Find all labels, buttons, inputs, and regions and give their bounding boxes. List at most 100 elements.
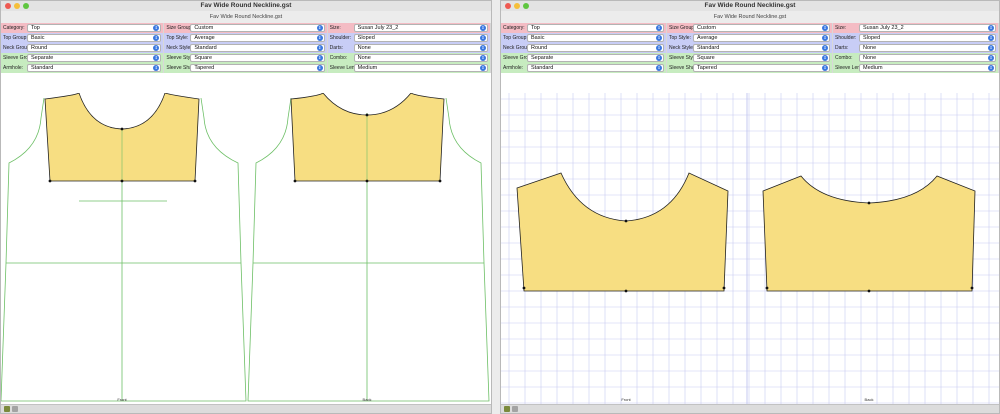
pattern-canvas[interactable]: Front Back	[1, 93, 491, 406]
option-select[interactable]: Standard ⇕	[693, 44, 830, 52]
chevron-updown-icon[interactable]: ⇕	[656, 65, 662, 71]
option-select[interactable]: Medium ⇕	[859, 64, 996, 72]
back-corner-left[interactable]	[765, 286, 769, 290]
front-corner-right[interactable]	[722, 286, 726, 290]
option-select[interactable]: None ⇕	[353, 54, 488, 62]
option-select[interactable]: Separate ⇕	[27, 54, 162, 62]
chevron-updown-icon[interactable]: ⇕	[153, 25, 160, 31]
back-side-point-right[interactable]	[438, 179, 442, 183]
option-select[interactable]: Susan July 23_2 ⇕	[859, 24, 996, 32]
front-center-point[interactable]	[120, 179, 124, 183]
options-row: Armhole:Standard⇕Sleeve Shape:Tapered⇕Sl…	[501, 63, 999, 73]
option-select[interactable]: Separate ⇕	[527, 54, 664, 62]
chevron-updown-icon[interactable]: ⇕	[479, 25, 486, 31]
option-select[interactable]: Average ⇕	[693, 34, 830, 42]
close-window-icon[interactable]	[5, 3, 11, 9]
pattern-drawing[interactable]: Front Back	[1, 93, 491, 406]
option-select[interactable]: Susan July 23_2 ⇕	[353, 24, 488, 32]
option-select[interactable]: Top ⇕	[527, 24, 664, 32]
chevron-updown-icon[interactable]: ⇕	[822, 55, 828, 61]
front-corner-left[interactable]	[522, 286, 526, 290]
chevron-updown-icon[interactable]: ⇕	[822, 35, 828, 41]
chevron-updown-icon[interactable]: ⇕	[316, 35, 323, 41]
option-select[interactable]: Sloped ⇕	[859, 34, 996, 42]
option-select[interactable]: Medium ⇕	[353, 64, 488, 72]
back-yoke-flat[interactable]	[762, 175, 976, 292]
chevron-updown-icon[interactable]: ⇕	[479, 35, 486, 41]
chevron-updown-icon[interactable]: ⇕	[656, 45, 662, 51]
chevron-updown-icon[interactable]: ⇕	[153, 45, 160, 51]
back-corner-right[interactable]	[970, 286, 974, 290]
back-center-point[interactable]	[365, 179, 369, 183]
chevron-updown-icon[interactable]: ⇕	[656, 25, 662, 31]
chevron-updown-icon[interactable]: ⇕	[656, 55, 662, 61]
chevron-updown-icon[interactable]: ⇕	[316, 65, 323, 71]
close-window-icon[interactable]	[505, 3, 511, 9]
chevron-updown-icon[interactable]: ⇕	[822, 45, 828, 51]
chevron-updown-icon[interactable]: ⇕	[316, 45, 323, 51]
option-cell: Neck Style: Standard ⇕	[164, 43, 328, 53]
back-neck-point[interactable]	[867, 201, 871, 205]
option-select[interactable]: Tapered ⇕	[693, 64, 830, 72]
chevron-updown-icon[interactable]: ⇕	[479, 55, 486, 61]
chevron-updown-icon[interactable]: ⇕	[988, 25, 994, 31]
front-side-point-left[interactable]	[48, 179, 52, 183]
chevron-updown-icon[interactable]: ⇕	[153, 65, 160, 71]
option-select[interactable]: Standard ⇕	[527, 64, 664, 72]
minimize-window-icon[interactable]	[514, 3, 520, 9]
option-select[interactable]: Basic ⇕	[27, 34, 162, 42]
option-select[interactable]: Round ⇕	[527, 44, 664, 52]
option-select[interactable]: Top ⇕	[27, 24, 162, 32]
option-select[interactable]: Standard ⇕	[27, 64, 162, 72]
front-neck-point[interactable]	[624, 219, 628, 223]
settings-icon[interactable]	[512, 406, 518, 412]
chevron-updown-icon[interactable]: ⇕	[656, 35, 662, 41]
option-value: Average	[194, 35, 215, 41]
back-hem-center[interactable]	[867, 289, 871, 293]
option-select[interactable]: None ⇕	[859, 54, 996, 62]
option-select[interactable]: Standard ⇕	[190, 44, 325, 52]
option-value: None	[357, 55, 371, 61]
option-cell: Shoulder: Sloped ⇕	[328, 33, 491, 43]
chevron-updown-icon[interactable]: ⇕	[988, 45, 994, 51]
settings-icon[interactable]	[12, 406, 18, 412]
option-cell: Armhole: Standard ⇕	[501, 63, 667, 73]
front-hem-center[interactable]	[624, 289, 628, 293]
front-yoke-flat[interactable]	[516, 172, 729, 292]
minimize-window-icon[interactable]	[14, 3, 20, 9]
chevron-updown-icon[interactable]: ⇕	[822, 25, 828, 31]
chevron-updown-icon[interactable]: ⇕	[153, 55, 160, 61]
chevron-updown-icon[interactable]: ⇕	[479, 65, 486, 71]
option-select[interactable]: None ⇕	[859, 44, 996, 52]
tool-icon[interactable]	[504, 406, 510, 412]
option-select[interactable]: None ⇕	[353, 44, 488, 52]
option-select[interactable]: Square ⇕	[693, 54, 830, 62]
option-select[interactable]: Tapered ⇕	[190, 64, 325, 72]
option-value: Standard	[194, 45, 217, 51]
chevron-updown-icon[interactable]: ⇕	[988, 55, 994, 61]
back-side-point-left[interactable]	[293, 179, 297, 183]
front-side-point-right[interactable]	[193, 179, 197, 183]
chevron-updown-icon[interactable]: ⇕	[988, 65, 994, 71]
chevron-updown-icon[interactable]: ⇕	[479, 45, 486, 51]
option-select[interactable]: Sloped ⇕	[353, 34, 488, 42]
chevron-updown-icon[interactable]: ⇕	[822, 65, 828, 71]
option-select[interactable]: Round ⇕	[27, 44, 162, 52]
chevron-updown-icon[interactable]: ⇕	[988, 35, 994, 41]
option-select[interactable]: Average ⇕	[190, 34, 325, 42]
chevron-updown-icon[interactable]: ⇕	[316, 25, 323, 31]
back-yoke-piece[interactable]	[290, 93, 445, 182]
maximize-window-icon[interactable]	[23, 3, 29, 9]
pattern-canvas[interactable]: Front Back	[501, 93, 999, 406]
maximize-window-icon[interactable]	[523, 3, 529, 9]
chevron-updown-icon[interactable]: ⇕	[316, 55, 323, 61]
pattern-grid-drawing[interactable]: Front Back	[501, 93, 999, 406]
option-select[interactable]: Basic ⇕	[527, 34, 664, 42]
option-select[interactable]: Custom ⇕	[693, 24, 830, 32]
tool-icon[interactable]	[4, 406, 10, 412]
chevron-updown-icon[interactable]: ⇕	[153, 35, 160, 41]
option-select[interactable]: Custom ⇕	[190, 24, 325, 32]
option-select[interactable]: Square ⇕	[190, 54, 325, 62]
back-neck-point[interactable]	[365, 113, 369, 117]
front-neck-point[interactable]	[120, 127, 124, 131]
